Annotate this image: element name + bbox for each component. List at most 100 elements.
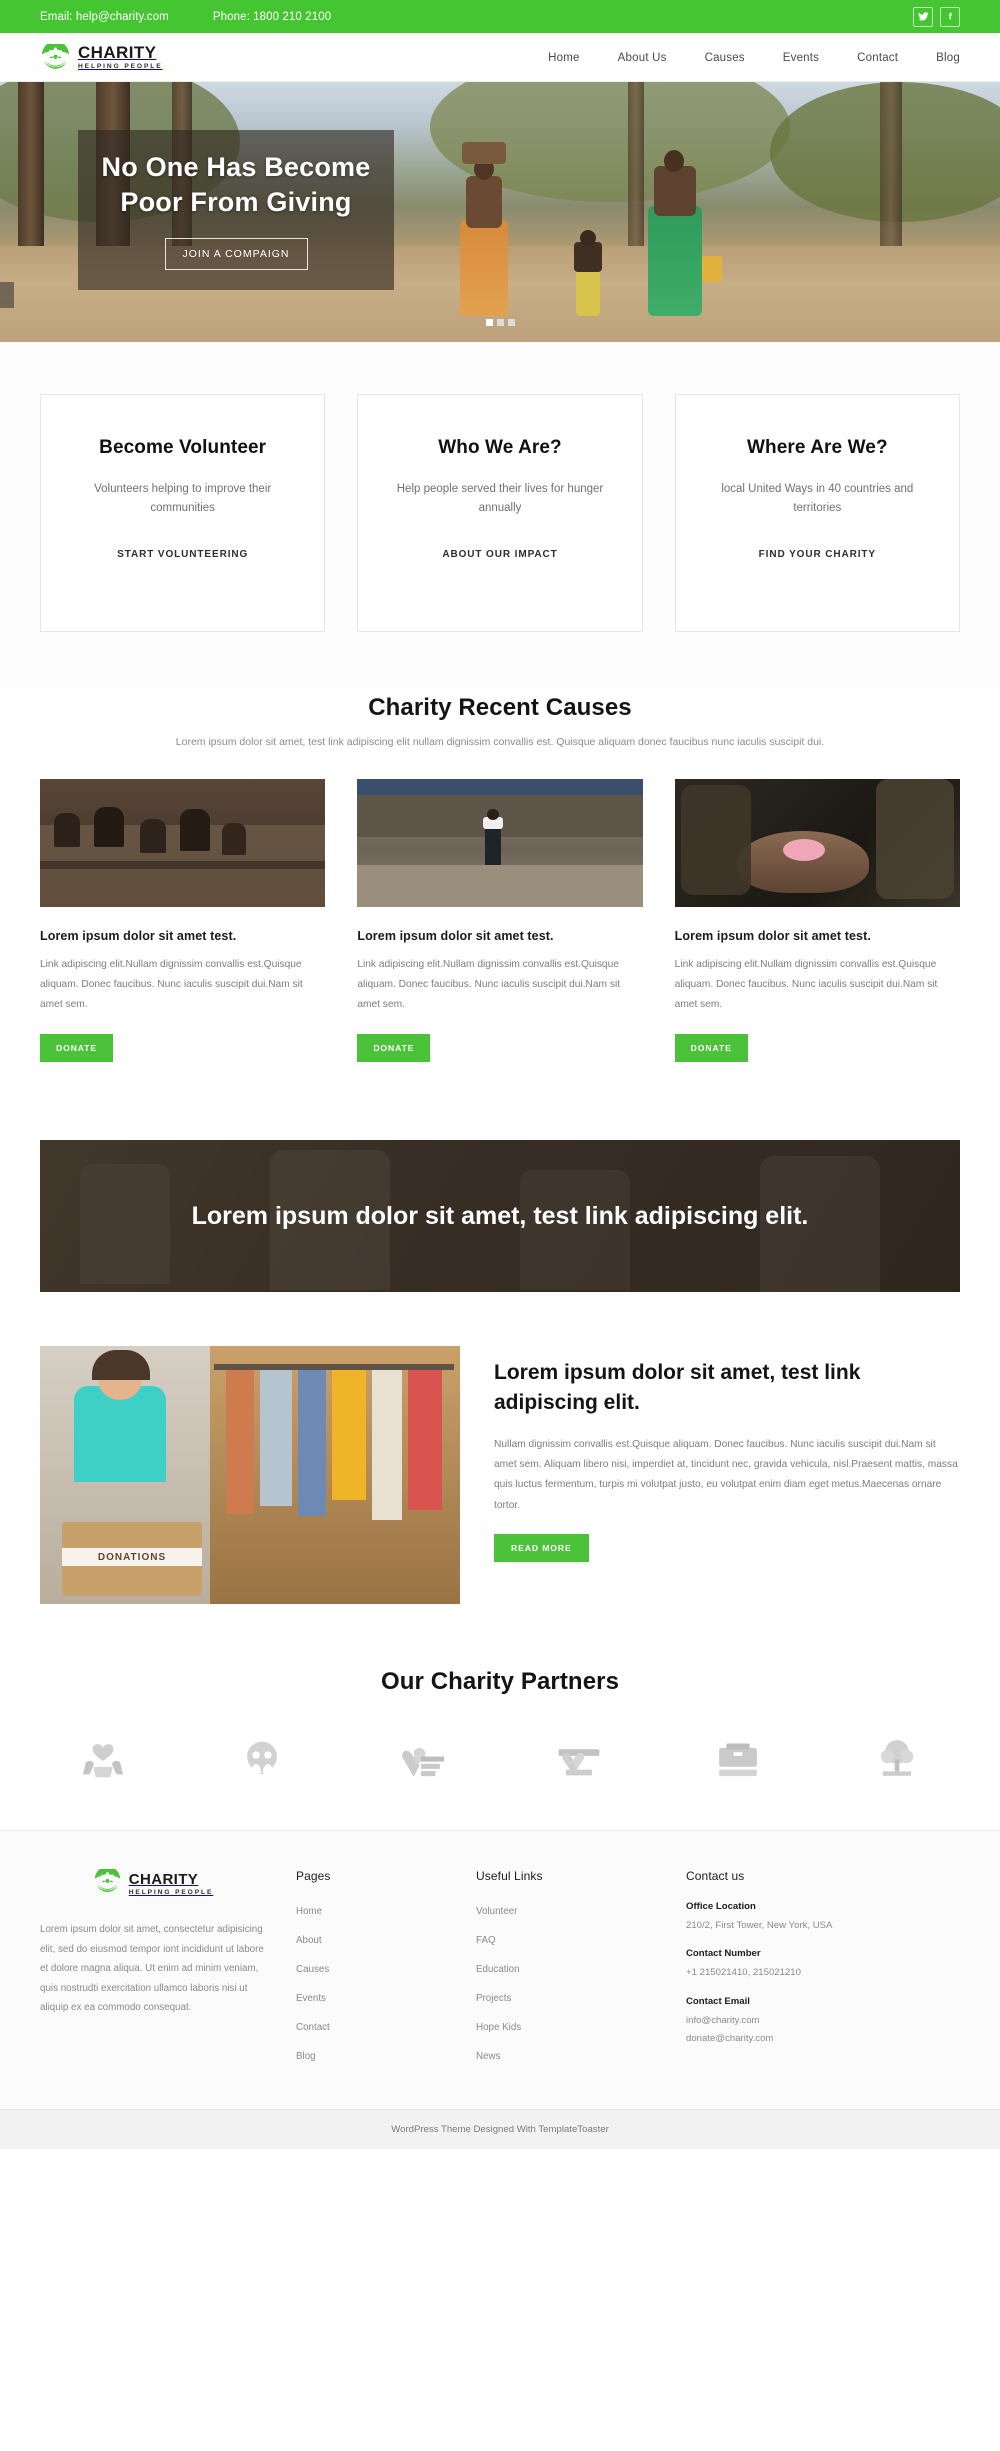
cause-image-classroom [40,779,326,908]
site-logo[interactable]: CHARITY HELPING PEOPLE [40,40,163,72]
contact-number-label: Contact Number [686,1948,761,1960]
cause-card-grid: Lorem ipsum dolor sit amet test. Link ad… [40,779,960,1063]
feature-card-title: Where Are We? [746,437,888,458]
slider-dot-1[interactable] [485,319,493,326]
feature-cards-section: Become Volunteer Volunteers helping to i… [0,342,1000,688]
slider-prev-arrow[interactable] [0,282,14,308]
list-item: Home [296,1901,476,1919]
nav-item-contact[interactable]: Contact [857,52,898,64]
footer-link-causes[interactable]: Causes [296,1964,329,1975]
footer-logo[interactable]: CHARITY HELPING PEOPLE [40,1866,266,1900]
section-subtitle: Lorem ipsum dolor sit amet, test link ad… [175,736,825,748]
main-navigation: Home About Us Causes Events Contact Blog [548,52,960,64]
office-location-label: Office Location [686,1901,756,1913]
contact-email-label: Contact Email [686,1995,750,2007]
logo-text: CHARITY HELPING PEOPLE [78,44,163,71]
nav-item-home[interactable]: Home [548,52,579,64]
footer-link-about[interactable]: About [296,1935,322,1946]
list-item: Blog [296,2046,476,2064]
top-phone: Phone: 1800 210 2100 [212,10,332,23]
footer-link-home[interactable]: Home [296,1906,322,1917]
contact-number-value: +1 215021410, 215021210 [686,1967,801,1979]
partner-logo-row [40,1730,960,1786]
footer-link-projects[interactable]: Projects [476,1993,511,2004]
footer-link-volunteer[interactable]: Volunteer [476,1906,517,1917]
slider-dot-2[interactable] [496,319,504,326]
facebook-icon[interactable] [940,6,960,27]
donate-button[interactable]: DONATE [357,1034,431,1063]
cause-text: Link adipiscing elit.Nullam dignissim co… [674,959,938,1011]
banner-headline: Lorem ipsum dolor sit amet, test link ad… [191,1201,809,1230]
copyright-text: WordPress Theme Designed With TemplateTo… [391,2124,609,2136]
footer-logo-title: CHARITY [128,1871,199,1889]
cause-card: Lorem ipsum dolor sit amet test. Link ad… [357,779,643,1063]
cause-image-hands-holding [674,779,960,908]
logo-subtitle: HELPING PEOPLE [78,63,163,71]
footer-about-text: Lorem ipsum dolor sit amet, consectetur … [40,1924,264,2014]
list-item: Projects [476,1988,686,2006]
about-our-impact-link[interactable]: ABOUT OUR IMPACT [442,549,557,560]
social-links [913,6,960,27]
about-paragraph: Nullam dignissim convallis est.Quisque a… [494,1438,958,1511]
footer-link-education[interactable]: Education [476,1964,520,1975]
slider-dot-3[interactable] [507,319,515,326]
list-item: Events [296,1988,476,2006]
page-root: Email: help@charity.com Phone: 1800 210 … [0,0,1000,2150]
find-your-charity-link[interactable]: FIND YOUR CHARITY [759,549,876,560]
nav-item-events[interactable]: Events [783,52,819,64]
feature-card-text: local United Ways in 40 countries and te… [721,483,914,514]
twitter-icon[interactable] [913,6,933,27]
slider-dots [0,319,1000,326]
hero-headline: No One Has Become Poor From Giving [101,152,371,217]
footer-link-blog[interactable]: Blog [296,2051,316,2062]
footer-link-contact[interactable]: Contact [296,2022,330,2033]
cause-title: Lorem ipsum dolor sit amet test. [674,929,871,944]
footer-link-hope-kids[interactable]: Hope Kids [476,2022,521,2033]
about-text-block: Lorem ipsum dolor sit amet, test link ad… [494,1346,960,1563]
feature-card-volunteer: Become Volunteer Volunteers helping to i… [40,394,326,632]
donations-label: DONATIONS [62,1548,202,1567]
charity-logo-icon [40,40,71,72]
feature-card-title: Become Volunteer [99,437,267,458]
cause-text: Link adipiscing elit.Nullam dignissim co… [357,959,621,1011]
contact-email-value-2: donate@charity.com [686,2032,774,2044]
footer-link-events[interactable]: Events [296,1993,326,2004]
footer-contact-column: Contact us Office Location 210/2, First … [686,1869,960,2075]
footer-link-news[interactable]: News [476,2051,501,2062]
parallax-banner: Lorem ipsum dolor sit amet, test link ad… [40,1140,960,1293]
feature-card-where-are-we: Where Are We? local United Ways in 40 co… [674,394,960,632]
footer-about-column: CHARITY HELPING PEOPLE Lorem ipsum dolor… [40,1866,296,2075]
donate-button[interactable]: DONATE [674,1034,748,1063]
list-item: Contact [296,2017,476,2035]
logo-title: CHARITY [78,43,157,63]
footer-useful-links-column: Useful Links Volunteer FAQ Education Pro… [476,1869,686,2075]
partners-title: Our Charity Partners [380,1668,620,1696]
nav-item-about-us[interactable]: About Us [618,52,667,64]
cause-title: Lorem ipsum dolor sit amet test. [357,929,554,944]
partner-you-can-help-hands-logo [540,1730,618,1786]
footer-useful-heading: Useful Links [476,1869,543,1884]
footer-logo-text: CHARITY HELPING PEOPLE [129,1872,214,1897]
read-more-button[interactable]: READ MORE [494,1534,589,1563]
section-title: Charity Recent Causes [368,694,632,721]
footer-link-faq[interactable]: FAQ [476,1935,496,1946]
office-location-value: 210/2, First Tower, New York, USA [686,1920,833,1932]
cause-title: Lorem ipsum dolor sit amet test. [40,929,237,944]
hero-caption: No One Has Become Poor From Giving JOIN … [78,130,394,290]
partner-family-heart-logo [223,1730,301,1786]
partner-tree-logo [858,1730,936,1786]
recent-causes-section: Charity Recent Causes Lorem ipsum dolor … [0,688,1000,1106]
feature-card-text: Help people served their lives for hunge… [396,483,604,514]
feature-card-title: Who We Are? [438,437,562,458]
about-title: Lorem ipsum dolor sit amet, test link ad… [494,1361,861,1414]
contact-email-value-1: info@charity.com [686,2014,760,2026]
join-campaign-button[interactable]: JOIN A COMPAIGN [164,237,308,270]
partner-hands-heart-logo [64,1730,142,1786]
nav-item-blog[interactable]: Blog [936,52,960,64]
donate-button[interactable]: DONATE [40,1034,114,1063]
footer-logo-subtitle: HELPING PEOPLE [128,1889,214,1897]
nav-item-causes[interactable]: Causes [705,52,745,64]
start-volunteering-link[interactable]: START VOLUNTEERING [117,549,248,560]
about-image-donations: DONATIONS [40,1346,460,1605]
top-contact-info: Email: help@charity.com Phone: 1800 210 … [40,11,331,23]
